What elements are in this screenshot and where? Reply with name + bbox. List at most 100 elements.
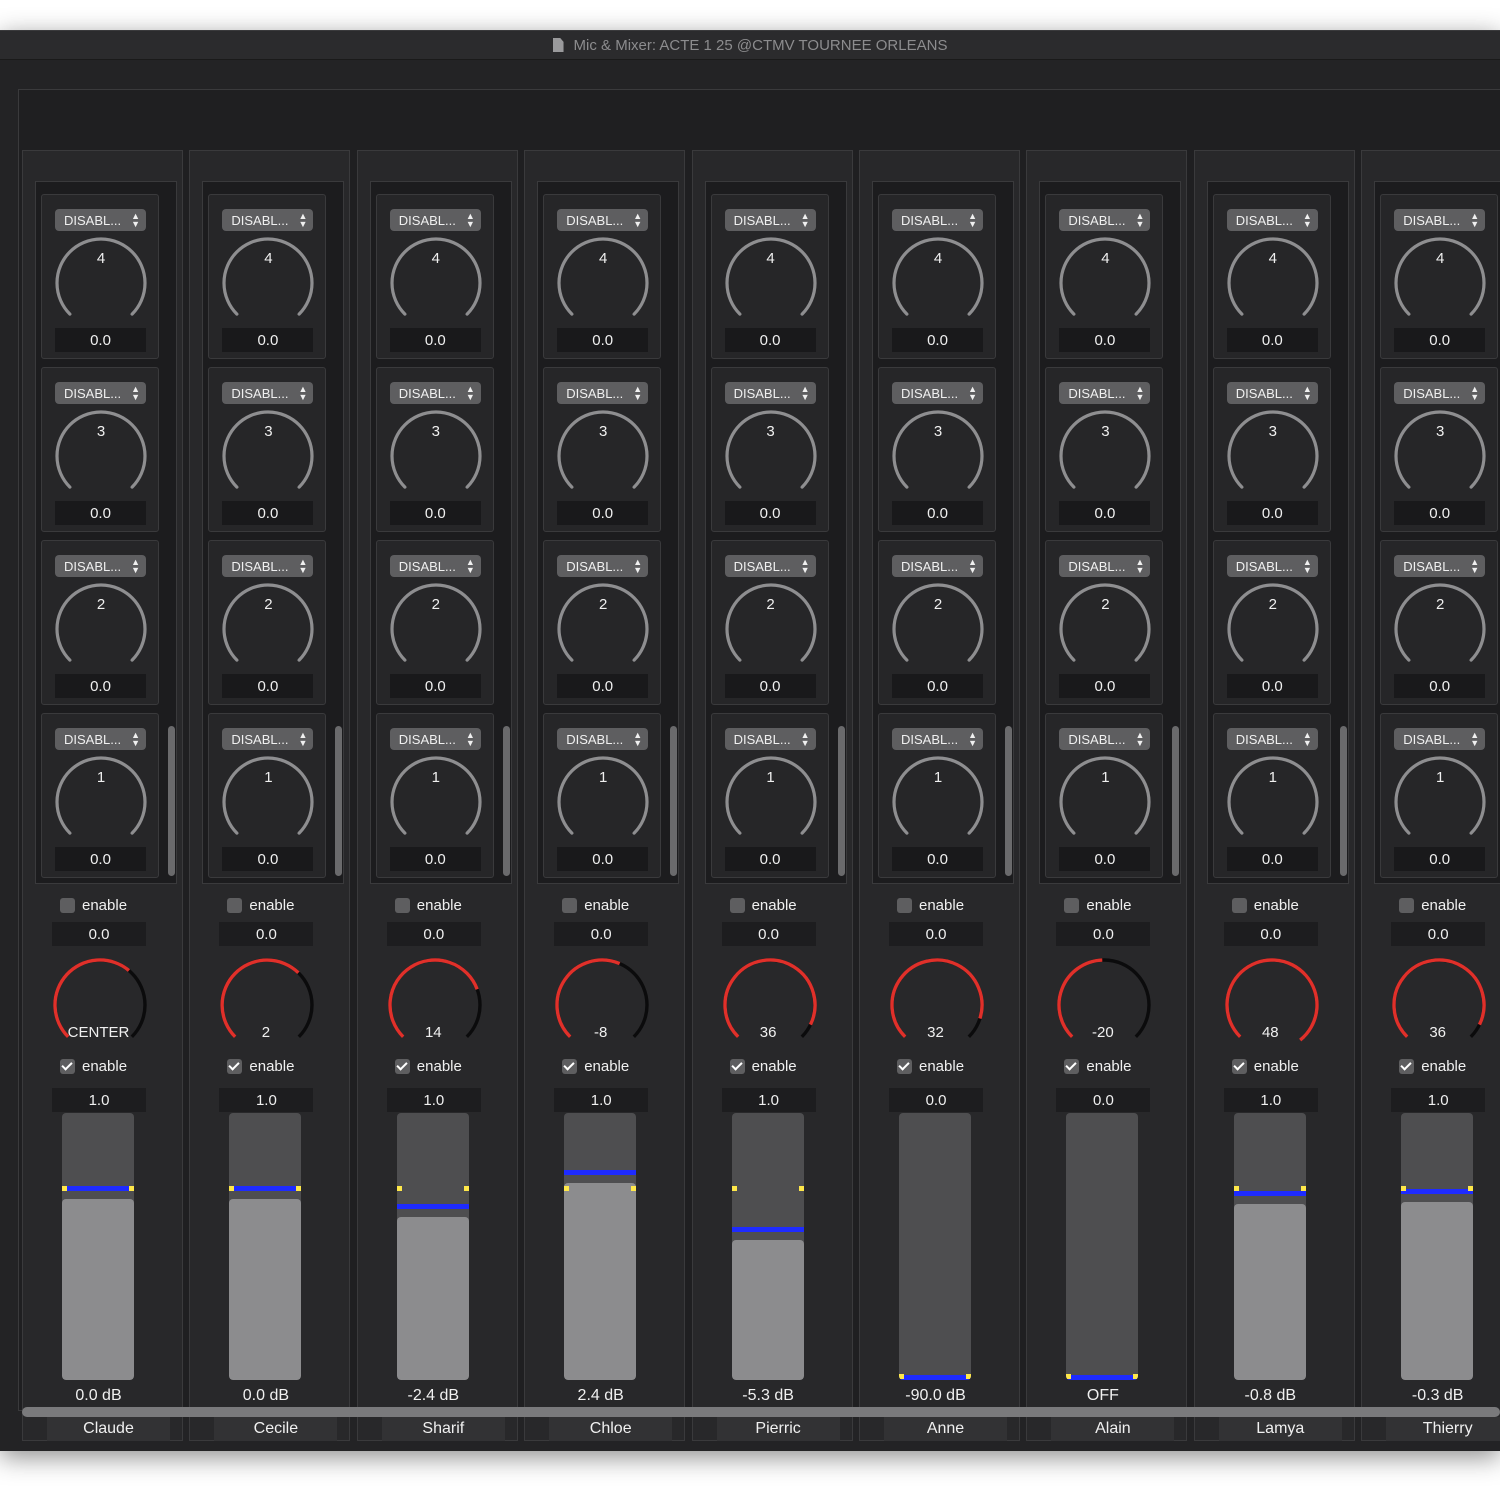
insert-slot-value[interactable]: 0.0 — [55, 501, 146, 525]
insert-slot-value[interactable]: 0.0 — [724, 328, 816, 352]
fader-enable-checkbox[interactable]: enable — [394, 1056, 462, 1076]
insert-slot-value[interactable]: 0.0 — [55, 328, 146, 352]
insert-slot-value[interactable]: 0.0 — [557, 501, 649, 525]
insert-plugin-select[interactable]: DISABL... ▲ ▼ — [892, 728, 983, 750]
insert-plugin-select[interactable]: DISABL... ▲ ▼ — [55, 728, 146, 750]
insert-scrollbar[interactable] — [837, 726, 845, 876]
insert-slot-value[interactable]: 0.0 — [389, 328, 481, 352]
insert-slot-value[interactable]: 0.0 — [1059, 501, 1151, 525]
insert-plugin-select[interactable]: DISABL... ▲ ▼ — [1394, 555, 1486, 577]
insert-plugin-select[interactable]: DISABL... ▲ ▼ — [1226, 728, 1318, 750]
insert-plugin-select[interactable]: DISABL... ▲ ▼ — [1226, 382, 1318, 404]
insert-slot-value[interactable]: 0.0 — [1059, 847, 1151, 871]
gain-value[interactable]: 1.0 — [721, 1088, 816, 1112]
fader-enable-checkbox[interactable]: enable — [60, 1056, 127, 1076]
insert-plugin-select[interactable]: DISABL... ▲ ▼ — [55, 555, 146, 577]
volume-fader[interactable] — [229, 1113, 302, 1380]
insert-plugin-select[interactable]: DISABL... ▲ ▼ — [1226, 209, 1318, 231]
insert-plugin-select[interactable]: DISABL... ▲ ▼ — [55, 382, 146, 404]
insert-slot-value[interactable]: 0.0 — [1394, 847, 1486, 871]
insert-plugin-select[interactable]: DISABL... ▲ ▼ — [1394, 382, 1486, 404]
sends-enable-checkbox[interactable]: enable — [1231, 895, 1299, 915]
volume-fader[interactable] — [1066, 1113, 1139, 1380]
volume-fader[interactable] — [396, 1113, 469, 1380]
channel-name[interactable]: Thierry — [1386, 1417, 1500, 1441]
sends-enable-checkbox[interactable]: enable — [1399, 895, 1466, 915]
insert-slot-value[interactable]: 0.0 — [724, 847, 816, 871]
channel-name[interactable]: Alain — [1051, 1417, 1175, 1441]
channel-name[interactable]: Chloe — [549, 1417, 673, 1441]
insert-scrollbar[interactable] — [670, 726, 678, 876]
sends-value[interactable]: 0.0 — [1056, 922, 1151, 946]
insert-scrollbar[interactable] — [502, 726, 510, 876]
gain-value[interactable]: 1.0 — [1223, 1088, 1318, 1112]
gain-value[interactable]: 1.0 — [52, 1088, 146, 1112]
sends-value[interactable]: 0.0 — [889, 922, 983, 946]
sends-value[interactable]: 0.0 — [1223, 922, 1318, 946]
insert-scrollbar[interactable] — [1339, 726, 1347, 876]
insert-slot-value[interactable]: 0.0 — [55, 847, 146, 871]
sends-value[interactable]: 0.0 — [1391, 922, 1486, 946]
insert-plugin-select[interactable]: DISABL... ▲ ▼ — [55, 209, 146, 231]
insert-plugin-select[interactable]: DISABL... ▲ ▼ — [892, 209, 983, 231]
gain-value[interactable]: 1.0 — [219, 1088, 314, 1112]
insert-plugin-select[interactable]: DISABL... ▲ ▼ — [724, 209, 816, 231]
volume-fader[interactable] — [564, 1113, 637, 1380]
sends-enable-checkbox[interactable]: enable — [227, 895, 294, 915]
insert-plugin-select[interactable]: DISABL... ▲ ▼ — [557, 555, 649, 577]
channel-name[interactable]: Anne — [884, 1417, 1007, 1441]
sends-enable-checkbox[interactable]: enable — [897, 895, 964, 915]
insert-slot-value[interactable]: 0.0 — [1226, 847, 1318, 871]
insert-slot-value[interactable]: 0.0 — [389, 501, 481, 525]
insert-scrollbar[interactable] — [335, 726, 343, 876]
gain-value[interactable]: 0.0 — [1056, 1088, 1151, 1112]
insert-slot-value[interactable]: 0.0 — [892, 501, 983, 525]
insert-plugin-select[interactable]: DISABL... ▲ ▼ — [222, 209, 314, 231]
insert-plugin-select[interactable]: DISABL... ▲ ▼ — [1394, 728, 1486, 750]
insert-plugin-select[interactable]: DISABL... ▲ ▼ — [389, 728, 481, 750]
fader-enable-checkbox[interactable]: enable — [227, 1056, 294, 1076]
insert-slot-value[interactable]: 0.0 — [1226, 501, 1318, 525]
insert-scrollbar[interactable] — [168, 726, 175, 876]
insert-slot-value[interactable]: 0.0 — [1394, 501, 1486, 525]
insert-plugin-select[interactable]: DISABL... ▲ ▼ — [1059, 382, 1151, 404]
insert-plugin-select[interactable]: DISABL... ▲ ▼ — [724, 382, 816, 404]
fader-enable-checkbox[interactable]: enable — [1399, 1056, 1466, 1076]
volume-fader[interactable] — [1233, 1113, 1306, 1380]
channel-name[interactable]: Pierric — [716, 1417, 840, 1441]
insert-plugin-select[interactable]: DISABL... ▲ ▼ — [557, 728, 649, 750]
insert-slot-value[interactable]: 0.0 — [557, 674, 649, 698]
horizontal-scrollbar[interactable] — [22, 1407, 1500, 1417]
insert-slot-value[interactable]: 0.0 — [724, 501, 816, 525]
insert-scrollbar[interactable] — [1172, 726, 1180, 876]
sends-enable-checkbox[interactable]: enable — [729, 895, 797, 915]
sends-value[interactable]: 0.0 — [219, 922, 314, 946]
insert-plugin-select[interactable]: DISABL... ▲ ▼ — [389, 209, 481, 231]
insert-plugin-select[interactable]: DISABL... ▲ ▼ — [724, 555, 816, 577]
insert-slot-value[interactable]: 0.0 — [222, 501, 314, 525]
channel-name[interactable]: Claude — [47, 1417, 170, 1441]
insert-plugin-select[interactable]: DISABL... ▲ ▼ — [724, 728, 816, 750]
sends-enable-checkbox[interactable]: enable — [562, 895, 629, 915]
insert-slot-value[interactable]: 0.0 — [389, 847, 481, 871]
insert-plugin-select[interactable]: DISABL... ▲ ▼ — [389, 382, 481, 404]
insert-plugin-select[interactable]: DISABL... ▲ ▼ — [1059, 728, 1151, 750]
insert-slot-value[interactable]: 0.0 — [1226, 674, 1318, 698]
insert-plugin-select[interactable]: DISABL... ▲ ▼ — [222, 382, 314, 404]
insert-slot-value[interactable]: 0.0 — [892, 847, 983, 871]
insert-scrollbar[interactable] — [1005, 726, 1012, 876]
insert-slot-value[interactable]: 0.0 — [892, 674, 983, 698]
volume-fader[interactable] — [1401, 1113, 1474, 1380]
insert-plugin-select[interactable]: DISABL... ▲ ▼ — [557, 382, 649, 404]
channel-name[interactable]: Lamya — [1218, 1417, 1342, 1441]
volume-fader[interactable] — [899, 1113, 971, 1380]
insert-slot-value[interactable]: 0.0 — [557, 847, 649, 871]
fader-enable-checkbox[interactable]: enable — [1231, 1056, 1299, 1076]
sends-value[interactable]: 0.0 — [52, 922, 146, 946]
gain-value[interactable]: 0.0 — [889, 1088, 983, 1112]
gain-value[interactable]: 1.0 — [386, 1088, 481, 1112]
insert-slot-value[interactable]: 0.0 — [1059, 328, 1151, 352]
insert-plugin-select[interactable]: DISABL... ▲ ▼ — [557, 209, 649, 231]
insert-slot-value[interactable]: 0.0 — [1226, 328, 1318, 352]
insert-slot-value[interactable]: 0.0 — [55, 674, 146, 698]
